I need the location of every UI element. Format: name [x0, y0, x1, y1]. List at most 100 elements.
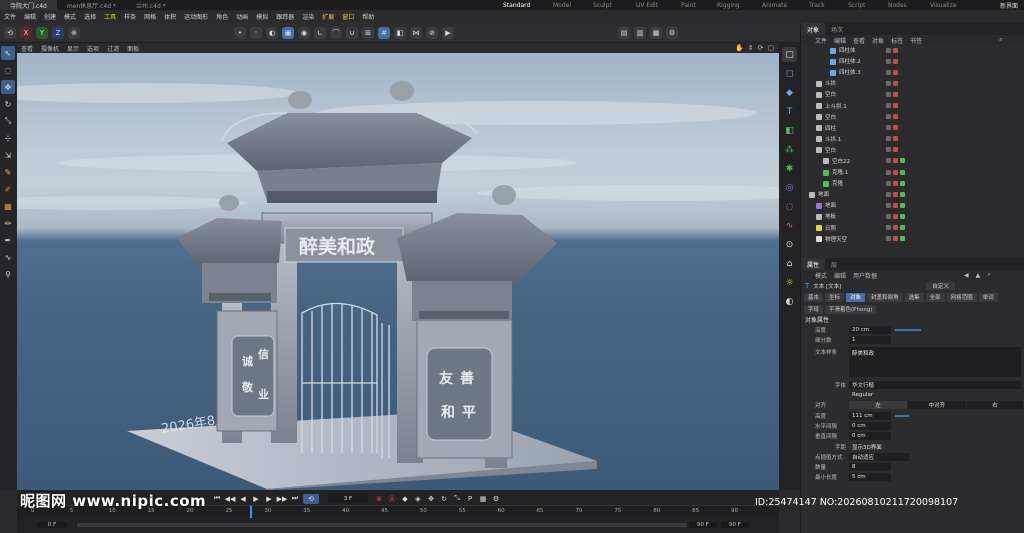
menu-item-5[interactable]: 工具	[100, 12, 120, 21]
object-row[interactable]: 空白	[801, 89, 1024, 101]
render-flag[interactable]	[893, 114, 898, 120]
visibility-flag[interactable]	[886, 91, 891, 97]
play-icon[interactable]: ▶	[251, 494, 261, 504]
object-flags[interactable]	[886, 91, 898, 97]
visibility-flag[interactable]	[886, 69, 891, 75]
layout-tab-paint[interactable]: Paint	[681, 0, 696, 10]
object-row[interactable]: 日照	[801, 223, 1024, 234]
object-row[interactable]: 克隆.1	[801, 167, 1024, 179]
document-tab-3[interactable]: 兰州.c4d *	[126, 0, 176, 10]
object-row[interactable]: 四柱体.3	[801, 67, 1024, 79]
new-layout-button[interactable]: 新界面	[1000, 0, 1018, 10]
model-mode-icon[interactable]: ▣	[282, 26, 294, 39]
object-row[interactable]: 地板	[801, 211, 1024, 223]
enabled-check-icon[interactable]	[900, 158, 905, 164]
enabled-check-icon[interactable]	[900, 191, 905, 197]
menu-item-4[interactable]: 选择	[80, 12, 100, 21]
align-right-button[interactable]: 右	[967, 401, 1023, 410]
visibility-flag[interactable]	[886, 225, 891, 231]
workplane-icon[interactable]: ◧	[394, 26, 406, 39]
object-row[interactable]: 斗拱.1	[801, 134, 1024, 145]
render-flag[interactable]	[893, 136, 898, 142]
render-flag[interactable]	[893, 225, 898, 231]
render-flag[interactable]	[893, 147, 898, 153]
object-flags[interactable]	[886, 47, 898, 53]
count-field[interactable]: 8	[849, 463, 891, 472]
render-settings-gear-icon[interactable]: ⚙	[666, 26, 678, 39]
next-key-icon[interactable]: ▶▶	[277, 494, 288, 504]
symmetry-icon[interactable]: ⋈	[410, 26, 422, 39]
rot-key-icon[interactable]: ↻	[439, 494, 449, 504]
object-flags[interactable]	[886, 236, 905, 242]
objects-menu-view[interactable]: 查看	[853, 36, 865, 45]
object-flags[interactable]	[886, 114, 898, 120]
object-row[interactable]: 四柱	[801, 123, 1024, 134]
sculpt-tool-icon[interactable]: ✏	[1, 216, 15, 230]
attr-tab-all[interactable]: 全部	[925, 292, 945, 302]
enabled-check-icon[interactable]	[900, 202, 905, 208]
menu-item-10[interactable]: 角色	[212, 12, 232, 21]
viewport-menu-display[interactable]: 显示	[67, 44, 79, 53]
viewport-menu-filter[interactable]: 过滤	[107, 44, 119, 53]
pan-icon[interactable]: ✋	[735, 44, 744, 52]
visibility-flag[interactable]	[886, 125, 891, 131]
object-row[interactable]: 克隆	[801, 178, 1024, 190]
document-tab-2[interactable]: men休息厅.c4d *	[57, 0, 126, 10]
objects-menu-bookmarks[interactable]: 书签	[910, 36, 922, 45]
object-row[interactable]: 空白22	[801, 156, 1024, 168]
spline-tool-icon[interactable]: ∿	[1, 250, 15, 264]
point-interp-dropdown[interactable]: 自动适应	[849, 452, 909, 461]
menu-item-9[interactable]: 运动图形	[180, 12, 212, 21]
render-flag[interactable]	[893, 103, 898, 109]
attributes-tab[interactable]: 属性	[801, 258, 826, 270]
render-view-icon[interactable]: ▤	[618, 26, 630, 39]
object-flags[interactable]	[886, 169, 905, 175]
menu-item-8[interactable]: 体积	[160, 12, 180, 21]
enabled-check-icon[interactable]	[900, 236, 905, 242]
param-key-icon[interactable]: P	[465, 494, 475, 504]
object-row[interactable]: 上斗拱.1	[801, 100, 1024, 112]
axis-y-button[interactable]: Y	[36, 26, 48, 39]
menu-item-16[interactable]: 窗口	[338, 12, 358, 21]
font-style[interactable]: Regular	[849, 391, 1021, 399]
object-mode-icon[interactable]: ▢	[782, 47, 797, 62]
layout-tab-uvedit[interactable]: UV Edit	[636, 0, 658, 10]
cloner-icon[interactable]: ⁂	[782, 142, 797, 157]
timeline-settings-icon[interactable]: ⚙	[491, 494, 501, 504]
field-icon[interactable]: ◌	[782, 199, 797, 214]
viewport-menu-panel[interactable]: 面板	[127, 44, 139, 53]
object-row[interactable]: 四柱体	[801, 45, 1024, 57]
snap-icon[interactable]: ∟	[314, 26, 326, 39]
orbit-icon[interactable]: ⟳	[758, 44, 764, 52]
object-flags[interactable]	[886, 69, 898, 75]
hspace-field[interactable]: 0 cm	[849, 421, 891, 430]
visibility-flag[interactable]	[886, 58, 891, 64]
grid-snap-icon[interactable]: #	[378, 26, 390, 39]
layout-tab-standard[interactable]: Standard	[503, 0, 530, 10]
attr-menu-mode[interactable]: 模式	[815, 271, 827, 280]
attr-menu-userdata[interactable]: 用户数据	[853, 271, 877, 280]
render-flag[interactable]	[893, 69, 898, 75]
align-left-button[interactable]: 左	[849, 401, 907, 410]
object-row[interactable]: 地面	[801, 189, 1024, 201]
object-row[interactable]: 四柱体.2	[801, 56, 1024, 68]
maximize-icon[interactable]: ▢	[767, 44, 774, 52]
render-flag[interactable]	[893, 202, 898, 208]
range-end-field[interactable]: 90 F	[689, 522, 717, 528]
objects-menu-file[interactable]: 文件	[815, 36, 827, 45]
layout-tab-model[interactable]: Model	[553, 0, 571, 10]
keyframe-sel-icon[interactable]: ◈	[413, 494, 423, 504]
viewport-menu-view[interactable]: 查看	[21, 44, 33, 53]
attr-tab-basic[interactable]: 基本	[804, 292, 824, 302]
object-flags[interactable]	[886, 58, 898, 64]
visibility-flag[interactable]	[886, 169, 891, 175]
visibility-flag[interactable]	[886, 180, 891, 186]
object-row[interactable]: 斗拱	[801, 78, 1024, 90]
visibility-flag[interactable]	[886, 236, 891, 242]
object-flags[interactable]	[886, 213, 905, 219]
attr-tab-object[interactable]: 对象	[846, 292, 866, 302]
render-settings-icon[interactable]: ▶	[442, 26, 454, 39]
objects-menu-edit[interactable]: 编辑	[834, 36, 846, 45]
go-start-icon[interactable]: ⏮	[212, 494, 222, 504]
font-field[interactable]: 华文行楷	[849, 380, 1021, 389]
